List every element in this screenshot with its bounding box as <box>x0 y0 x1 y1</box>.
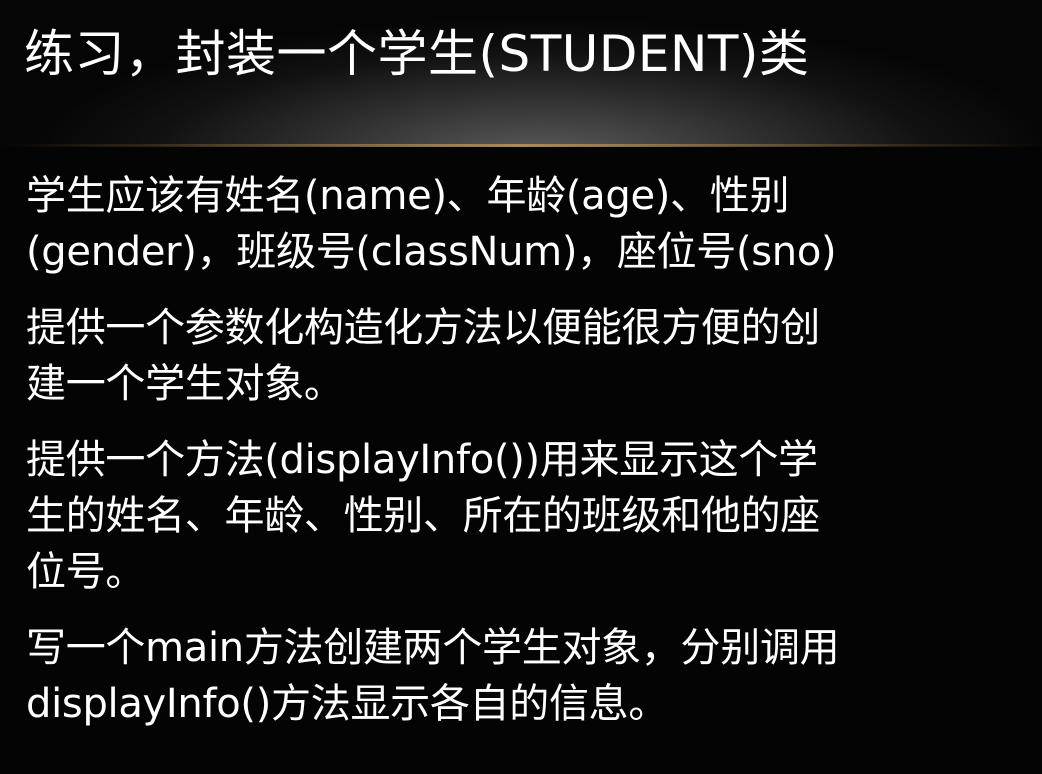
slide: 练习，封装一个学生(STUDENT)类 学生应该有姓名(name)、年龄(age… <box>0 0 1042 774</box>
slide-body: 学生应该有姓名(name)、年龄(age)、性别 (gender)，班级号(cl… <box>26 168 1026 752</box>
slide-title: 练习，封装一个学生(STUDENT)类 <box>24 25 810 83</box>
title-divider <box>0 144 1042 147</box>
paragraph-display-method: 提供一个方法(displayInfo())用来显示这个学 生的姓名、年龄、性别、… <box>26 437 820 595</box>
title-band: 练习，封装一个学生(STUDENT)类 <box>0 0 1042 146</box>
paragraph-constructor: 提供一个参数化构造化方法以便能很方便的创 建一个学生对象。 <box>26 305 820 407</box>
paragraph-attributes: 学生应该有姓名(name)、年龄(age)、性别 (gender)，班级号(cl… <box>26 173 837 275</box>
paragraph-main-method: 写一个main方法创建两个学生对象，分别调用 displayInfo()方法显示… <box>26 625 840 727</box>
